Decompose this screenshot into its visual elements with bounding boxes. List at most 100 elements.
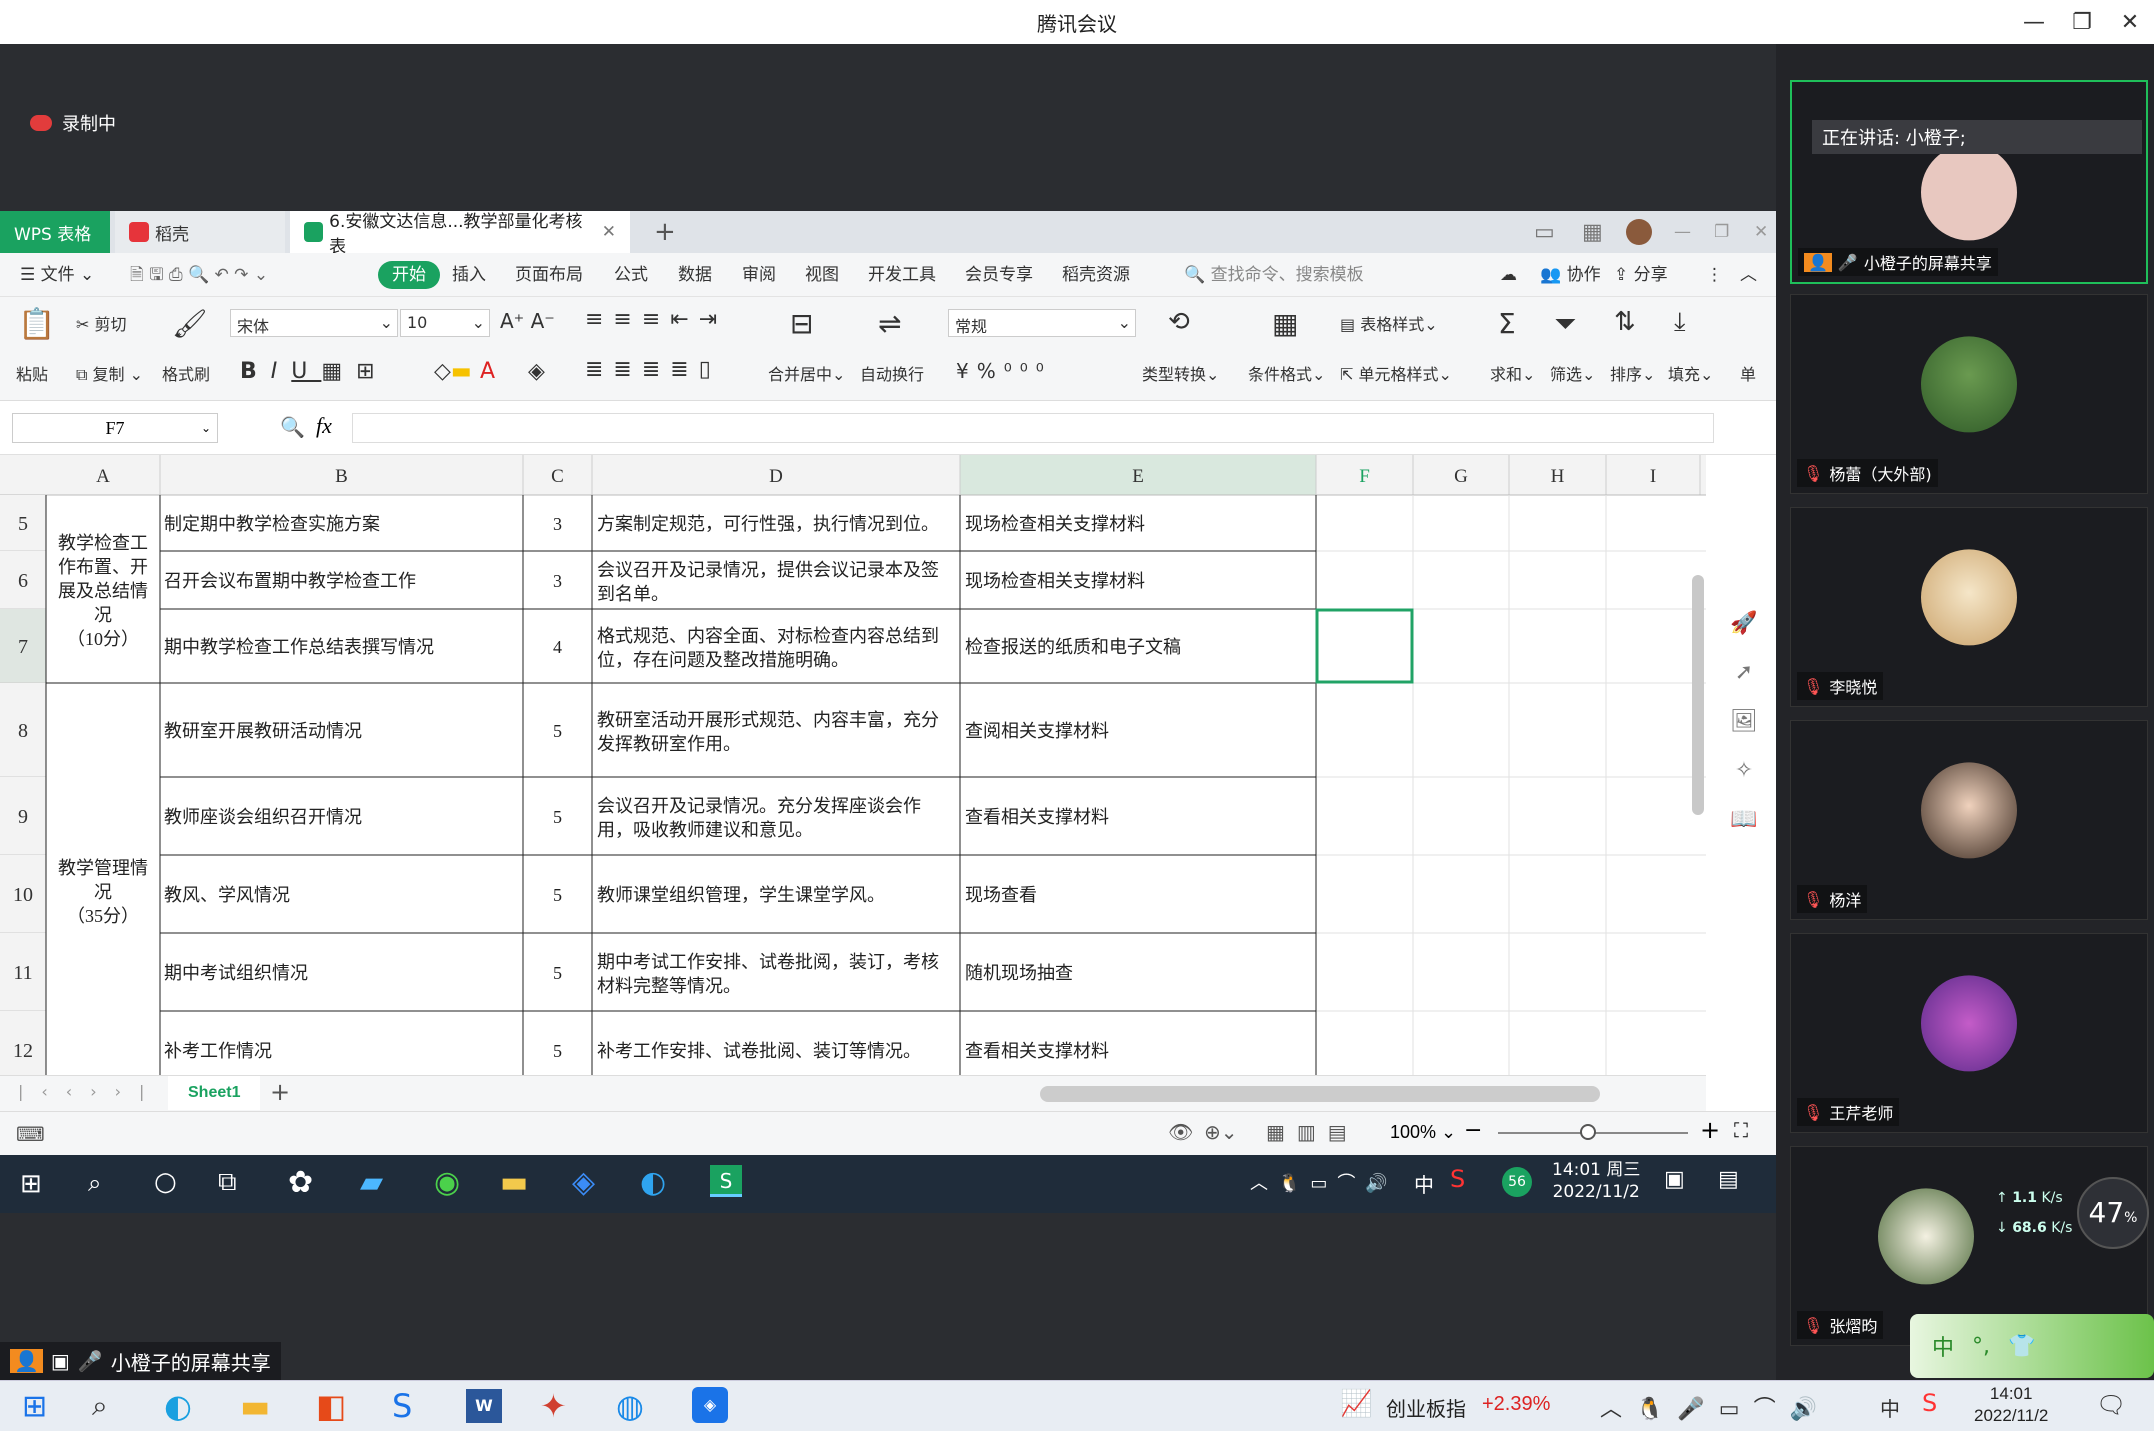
zoom-out-icon[interactable]: −	[1464, 1118, 1482, 1143]
formula-input[interactable]	[352, 413, 1714, 443]
close-icon[interactable]: ✕	[2106, 0, 2154, 44]
ime-indicator[interactable]: 中	[1880, 1393, 1900, 1422]
menu-dev-tools[interactable]: 开发工具	[868, 261, 936, 289]
browser-icon[interactable]: ◉	[434, 1165, 460, 1200]
edge-icon[interactable]: ◐	[640, 1165, 666, 1200]
font-grow-shrink-icons[interactable]: A⁺ A⁻	[500, 309, 555, 333]
menu-view[interactable]: 视图	[805, 261, 839, 289]
sort-button[interactable]: 排序⌄	[1610, 361, 1655, 385]
wrap-button[interactable]: 自动换行	[860, 361, 924, 385]
cortana-icon[interactable]: ○	[154, 1167, 177, 1197]
office-icon[interactable]: ◧	[316, 1387, 346, 1425]
layout-icon[interactable]: ▭	[1520, 211, 1569, 253]
eye-icon[interactable]: 👁	[1168, 1120, 1193, 1144]
clear-icon[interactable]: ◈	[528, 359, 545, 384]
paste-icon[interactable]: 📋	[18, 307, 55, 342]
book-icon[interactable]: 📖	[1730, 807, 1757, 832]
image-icon[interactable]: 🖼	[1730, 709, 1758, 734]
name-box[interactable]: F7 ⌄	[12, 413, 218, 443]
ime-floating-widget[interactable]: 中 °, 👕	[1910, 1314, 2154, 1378]
fill-button[interactable]: 填充⌄	[1668, 361, 1713, 385]
tab-file[interactable]: 6.安徽文达信息...教学部量化考核表 ✕	[290, 211, 630, 257]
ime-indicator[interactable]: 中	[1414, 1169, 1434, 1198]
recording-indicator[interactable]: 录制中	[30, 110, 116, 136]
notification-icon[interactable]: ▤	[1718, 1167, 1739, 1192]
collab-button[interactable]: 👥 协作	[1540, 261, 1601, 289]
close-tab-icon[interactable]: ✕	[602, 222, 616, 242]
task-view-icon[interactable]: ⧉	[218, 1167, 237, 1198]
cut-button[interactable]: ✂ 剪切	[76, 311, 127, 335]
number-format-select[interactable]: 常规 ⌄	[948, 309, 1136, 337]
tab-wps[interactable]: WPS 表格	[0, 211, 110, 253]
share-button[interactable]: ⇪ 分享	[1614, 261, 1668, 289]
sheet-tab-sheet1[interactable]: Sheet1	[168, 1076, 261, 1110]
tab-daoke[interactable]: 稻壳	[115, 211, 285, 253]
explorer-icon[interactable]: ▬	[240, 1387, 270, 1425]
fullscreen-icon[interactable]: ⛶	[1734, 1118, 1748, 1142]
zoom-formula-icon[interactable]: 🔍	[280, 415, 305, 439]
font-select[interactable]: 宋体 ⌄	[230, 309, 398, 337]
menu-page-layout[interactable]: 页面布局	[515, 261, 583, 289]
stock-name[interactable]: 创业板指	[1386, 1393, 1466, 1422]
restore-icon[interactable]: ❐	[2058, 0, 2106, 44]
action-center-icon[interactable]: 🗨	[2096, 1391, 2126, 1419]
format-painter-button[interactable]: 格式刷	[162, 361, 210, 385]
table-style-button[interactable]: ▤ 表格样式⌄	[1340, 311, 1438, 335]
tray-icons[interactable]: ︿🐧🎤▭⌒🔊	[1600, 1391, 1831, 1423]
command-search[interactable]: 🔍 查找命令、搜索模板	[1184, 261, 1364, 289]
fill-icon[interactable]: ⤓	[1674, 307, 1686, 338]
apps-grid-icon[interactable]: ▦	[1568, 211, 1617, 253]
format-painter-icon[interactable]: 🖌	[172, 307, 208, 340]
participant-tile[interactable]: 🎙 王芹老师	[1790, 933, 2148, 1133]
sum-icon[interactable]: Σ	[1498, 307, 1516, 340]
merge-button[interactable]: 合并居中⌄	[768, 361, 845, 385]
search-taskbar-icon[interactable]: ⌕	[88, 1169, 101, 1197]
participant-tile-screen-share[interactable]: 正在讲话: 小橙子; 👤 🎤 小橙子的屏幕共享	[1790, 80, 2148, 284]
menu-member[interactable]: 会员专享	[965, 261, 1033, 289]
qq-browser-icon[interactable]: ◍	[616, 1387, 644, 1425]
menu-review[interactable]: 审阅	[742, 261, 776, 289]
rocket-icon[interactable]: 🚀	[1730, 611, 1757, 636]
user-avatar[interactable]	[1626, 219, 1652, 245]
participant-tile[interactable]: 🎙 杨蕾（大外部)	[1790, 294, 2148, 494]
type-convert-button[interactable]: 类型转换⌄	[1142, 361, 1219, 385]
menu-insert[interactable]: 插入	[452, 261, 486, 289]
cell-style-button[interactable]: ⇱ 单元格样式⌄	[1340, 361, 1452, 385]
collapse-ribbon-icon[interactable]: ︿	[1740, 261, 1757, 289]
wps-restore-icon[interactable]: ❐	[1700, 211, 1743, 253]
paste-button[interactable]: 粘贴	[16, 361, 48, 385]
copy-button[interactable]: ⧉ 复制 ⌄	[76, 361, 143, 385]
pointer-icon[interactable]: ➚	[1735, 660, 1753, 685]
conditional-format-icon[interactable]: ▦	[1272, 307, 1298, 340]
windows-start-icon[interactable]: ⊞	[20, 1169, 42, 1199]
stock-icon[interactable]: 📈	[1340, 1389, 1372, 1419]
center-view-icon[interactable]: ⊕⌄	[1204, 1120, 1238, 1144]
tray-icons[interactable]: ︿🐧▭⌒🔊	[1250, 1169, 1398, 1195]
align-horizontal-icons[interactable]: ≣≣≣≣▯	[585, 357, 721, 382]
view-mode-icons[interactable]: ▦▥▤	[1266, 1120, 1359, 1144]
font-style-icons[interactable]: BIU▦⊞	[240, 359, 389, 384]
fill-color-icon[interactable]: ◇▬	[434, 359, 472, 384]
filter-button[interactable]: 筛选⌄	[1550, 361, 1595, 385]
wrap-icon[interactable]: ⇌	[878, 307, 901, 340]
menu-file[interactable]: ☰ 文件 ⌄	[20, 261, 94, 289]
app-icon-1[interactable]: ✿	[288, 1165, 313, 1200]
zoom-in-icon[interactable]: +	[1700, 1116, 1720, 1144]
sogou-ime-icon[interactable]: S	[1922, 1389, 1937, 1417]
horizontal-scrollbar[interactable]	[1040, 1086, 1600, 1102]
wps-minimize-icon[interactable]: —	[1660, 211, 1705, 253]
filter-icon[interactable]: ⏷	[1554, 307, 1576, 341]
minimize-icon[interactable]: —	[2010, 0, 2058, 44]
spreadsheet-grid[interactable]: A B C D E F G H I 5 制定期中教学检查实施方案 3 方案制定规范，可行性强，执行情况到…	[0, 455, 1706, 1075]
app-icon-2[interactable]: ▰	[360, 1165, 383, 1200]
screen-share-label[interactable]: 👤 ▣ 🎤 小橙子的屏幕共享	[0, 1342, 281, 1380]
macro-icon[interactable]: ⌨	[16, 1122, 45, 1146]
merge-icon[interactable]: ⊟	[790, 307, 813, 340]
more-toolbar-button[interactable]: 单	[1740, 361, 1756, 385]
compass-icon[interactable]: ✧	[1735, 758, 1753, 783]
quick-access-icons[interactable]: 🗎 🖫 ⎙ 🔍 ↶ ↷ ⌄	[130, 261, 268, 289]
sort-icon[interactable]: ⇅	[1614, 307, 1636, 337]
sum-button[interactable]: 求和⌄	[1490, 361, 1535, 385]
word-icon[interactable]: W	[466, 1389, 502, 1423]
badge-circle[interactable]: 56	[1502, 1167, 1532, 1197]
